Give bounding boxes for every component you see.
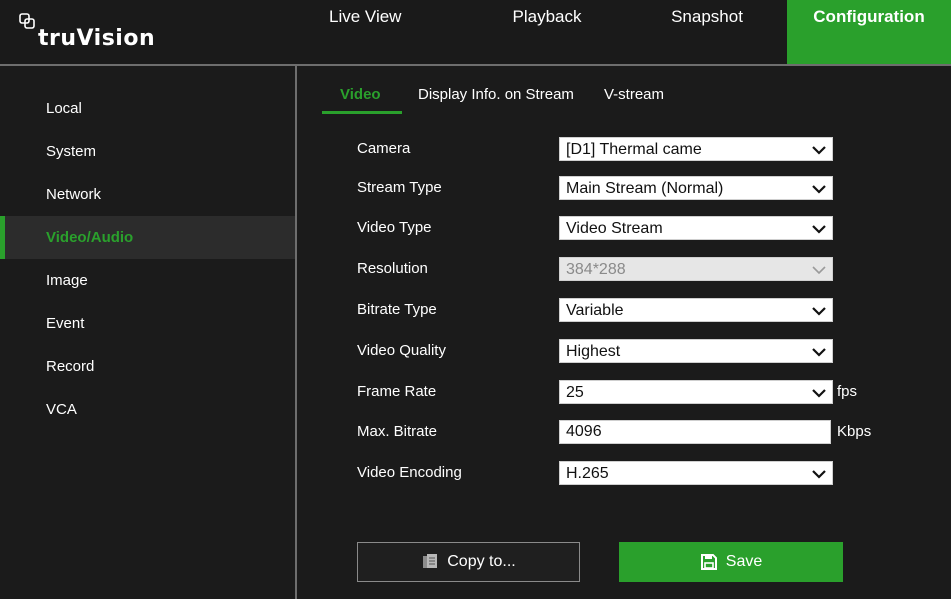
- sidebar-item-label: Event: [46, 315, 85, 332]
- frame-rate-label: Frame Rate: [357, 383, 437, 400]
- chevron-down-icon: [812, 307, 826, 316]
- camera-label: Camera: [357, 140, 411, 157]
- camera-select[interactable]: [D1] Thermal came: [559, 137, 833, 161]
- tab-video-label: Video: [340, 86, 381, 103]
- frame-rate-value: 25: [566, 384, 584, 401]
- video-encoding-label: Video Encoding: [357, 464, 462, 481]
- resolution-value: 384*288: [566, 261, 626, 278]
- sidebar-item-vca[interactable]: VCA: [0, 388, 295, 431]
- chevron-down-icon: [812, 348, 826, 357]
- floppy-disk-icon: [700, 554, 717, 570]
- sidebar-item-label: Image: [46, 272, 88, 289]
- sidebar-item-system[interactable]: System: [0, 130, 295, 173]
- sidebar-item-local[interactable]: Local: [0, 87, 295, 130]
- tab-display-info-label: Display Info. on Stream: [418, 86, 574, 103]
- tab-v-stream-label: V-stream: [604, 86, 665, 103]
- stream-type-value: Main Stream (Normal): [566, 180, 724, 197]
- copy-to-label: Copy to...: [447, 553, 516, 570]
- copy-icon: [423, 554, 438, 568]
- sidebar-item-label: Record: [46, 358, 95, 375]
- resolution-select: 384*288: [559, 257, 833, 281]
- tab-display-info[interactable]: Display Info. on Stream: [402, 80, 602, 114]
- nav-configuration-label: Configuration: [813, 7, 925, 26]
- frame-rate-row: Frame Rate 25 fps: [357, 380, 917, 404]
- save-button[interactable]: Save: [619, 542, 843, 582]
- video-type-label: Video Type: [357, 219, 432, 236]
- nav-configuration[interactable]: Configuration: [787, 0, 951, 64]
- sidebar-divider: [295, 64, 297, 599]
- nav-playback-label: Playback: [512, 7, 582, 26]
- stream-type-label: Stream Type: [357, 179, 442, 196]
- camera-value: [D1] Thermal came: [566, 141, 702, 158]
- logo: truVision: [18, 12, 155, 52]
- max-bitrate-label: Max. Bitrate: [357, 423, 438, 440]
- sidebar-item-event[interactable]: Event: [0, 302, 295, 345]
- max-bitrate-unit: Kbps: [837, 423, 872, 440]
- video-quality-row: Video Quality Highest: [357, 339, 917, 363]
- sidebar-item-network[interactable]: Network: [0, 173, 295, 216]
- video-type-row: Video Type Video Stream: [357, 216, 917, 240]
- sidebar-item-label: VCA: [46, 401, 77, 418]
- sub-tabs: Video Display Info. on Stream V-stream: [322, 80, 722, 114]
- truvision-mark-icon: [19, 13, 35, 29]
- copy-to-button[interactable]: Copy to...: [357, 542, 580, 582]
- sidebar-item-label: System: [46, 143, 97, 160]
- stream-type-row: Stream Type Main Stream (Normal): [357, 176, 917, 200]
- nav-snapshot[interactable]: Snapshot: [627, 0, 787, 64]
- video-quality-select[interactable]: Highest: [559, 339, 833, 363]
- chevron-down-icon: [812, 146, 826, 155]
- nav-playback[interactable]: Playback: [467, 0, 627, 64]
- camera-row: Camera [D1] Thermal came: [357, 137, 917, 161]
- video-quality-label: Video Quality: [357, 342, 446, 359]
- video-type-select[interactable]: Video Stream: [559, 216, 833, 240]
- video-encoding-row: Video Encoding H.265: [357, 461, 917, 485]
- sidebar-item-label: Network: [46, 186, 102, 203]
- sidebar-item-record[interactable]: Record: [0, 345, 295, 388]
- max-bitrate-row: Max. Bitrate 4096 Kbps: [357, 420, 917, 444]
- max-bitrate-input[interactable]: 4096: [559, 420, 831, 444]
- chevron-down-icon: [812, 225, 826, 234]
- chevron-down-icon: [812, 266, 826, 275]
- sidebar: Local System Network Video/Audio Image E…: [0, 66, 295, 599]
- stream-type-select[interactable]: Main Stream (Normal): [559, 176, 833, 200]
- sidebar-item-label: Video/Audio: [46, 229, 134, 246]
- nav-live-view[interactable]: Live View: [297, 0, 467, 64]
- tab-video[interactable]: Video: [322, 80, 402, 114]
- frame-rate-select[interactable]: 25: [559, 380, 833, 404]
- bitrate-type-row: Bitrate Type Variable: [357, 298, 917, 322]
- bitrate-type-value: Variable: [566, 302, 624, 319]
- nav-live-view-label: Live View: [329, 7, 402, 26]
- bitrate-type-select[interactable]: Variable: [559, 298, 833, 322]
- bitrate-type-label: Bitrate Type: [357, 301, 437, 318]
- video-encoding-value: H.265: [566, 465, 609, 482]
- video-type-value: Video Stream: [566, 220, 663, 237]
- nav-snapshot-label: Snapshot: [671, 7, 743, 26]
- video-encoding-select[interactable]: H.265: [559, 461, 833, 485]
- main-nav: Live View Playback Snapshot Configuratio…: [297, 0, 951, 64]
- chevron-down-icon: [812, 389, 826, 398]
- save-label: Save: [725, 553, 763, 570]
- chevron-down-icon: [812, 185, 826, 194]
- logo-text: truVision: [38, 26, 156, 51]
- max-bitrate-value: 4096: [566, 423, 602, 440]
- sidebar-item-image[interactable]: Image: [0, 259, 295, 302]
- video-quality-value: Highest: [566, 343, 621, 360]
- chevron-down-icon: [812, 470, 826, 479]
- sidebar-item-label: Local: [46, 100, 82, 117]
- tab-v-stream[interactable]: V-stream: [602, 80, 722, 114]
- resolution-row: Resolution 384*288: [357, 257, 917, 281]
- frame-rate-unit: fps: [837, 383, 858, 400]
- top-bar: truVision Live View Playback Snapshot Co…: [0, 0, 951, 64]
- resolution-label: Resolution: [357, 260, 428, 277]
- sidebar-item-video-audio[interactable]: Video/Audio: [0, 216, 295, 259]
